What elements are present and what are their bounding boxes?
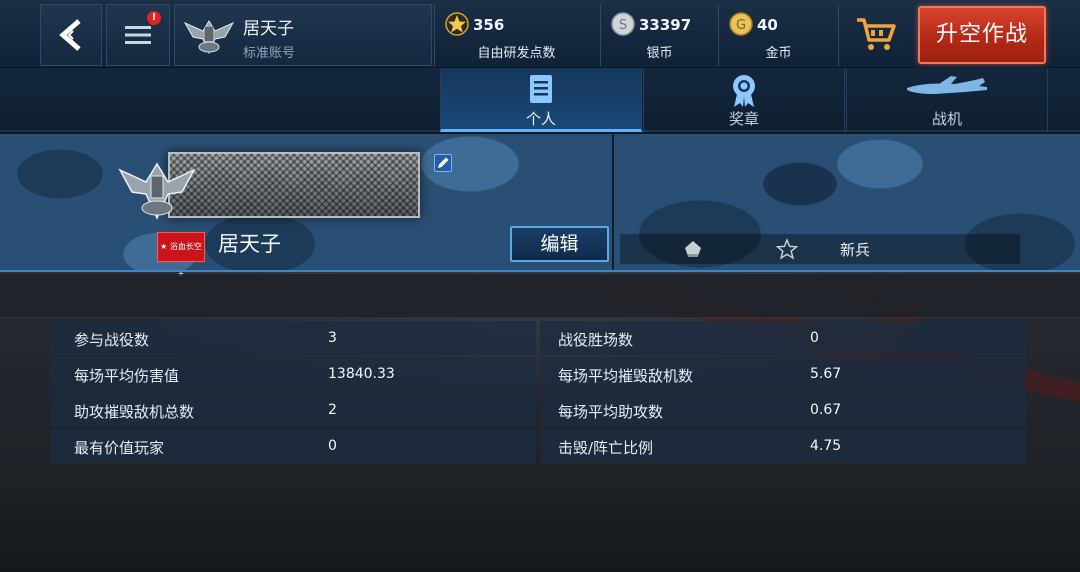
stat-value: 4.75 xyxy=(810,438,842,454)
gold-coin-icon: G xyxy=(729,12,753,36)
silver-balance[interactable]: S 33397 银币 xyxy=(600,4,718,66)
stat-cell: 每场平均摧毁敌机数 5.67 xyxy=(540,357,1026,391)
stat-cell: 每场平均伤害值 13840.33 xyxy=(50,357,536,391)
stat-value: 2 xyxy=(328,402,337,418)
rank-strip: 新兵 xyxy=(620,234,1020,264)
tab-personal[interactable]: 个人 xyxy=(440,68,642,132)
stat-value: 0 xyxy=(810,330,819,346)
star-icon xyxy=(445,12,469,36)
stat-label: 助攻摧毁敌机总数 xyxy=(74,403,195,421)
tab-medals-label: 奖章 xyxy=(728,110,759,128)
menu-button[interactable]: ! xyxy=(106,4,170,66)
stat-label: 每场平均伤害值 xyxy=(74,367,180,385)
section-separator xyxy=(0,274,1080,318)
gold-balance[interactable]: G 40 金币 xyxy=(718,4,838,66)
profile-name: 居天子 xyxy=(243,19,294,39)
name-plate xyxy=(168,152,420,218)
stat-label: 最有价值玩家 xyxy=(74,439,165,457)
profile-summary[interactable]: 居天子 标准账号 xyxy=(174,4,432,66)
silver-value: 33397 xyxy=(639,16,692,34)
tab-medals[interactable]: 奖章 xyxy=(643,68,845,132)
player-name: 居天子 xyxy=(218,232,281,256)
silver-coin-icon: S xyxy=(611,12,635,36)
silver-label: 银币 xyxy=(646,46,673,61)
eagle-emblem-icon xyxy=(118,154,196,224)
stat-cell: 助攻摧毁敌机总数 2 xyxy=(50,393,536,427)
edit-button[interactable]: 编辑 xyxy=(510,226,609,262)
stat-value: 3 xyxy=(328,330,337,346)
stat-cell: 最有价值玩家 0 xyxy=(50,429,536,463)
banner-divider xyxy=(612,134,614,270)
stat-label: 每场平均助攻数 xyxy=(558,403,664,421)
account-type: 标准账号 xyxy=(243,46,296,61)
stat-value: 5.67 xyxy=(810,366,842,382)
research-points-value: 356 xyxy=(473,16,505,34)
research-points[interactable]: 356 自由研发点数 xyxy=(434,4,598,66)
gold-value: 40 xyxy=(757,16,778,34)
top-bar: ! 居天子 标准账号 356 自由研发点数 S 33397 银币 G 40 金币 xyxy=(0,0,1080,68)
back-button[interactable] xyxy=(40,4,102,66)
gold-label: 金币 xyxy=(765,46,792,61)
notification-badge: ! xyxy=(147,11,161,25)
rank-insignia-icon xyxy=(682,238,704,264)
stat-cell: 参与战役数 3 xyxy=(50,321,536,355)
stat-label: 战役胜场数 xyxy=(558,331,634,349)
table-row: 参与战役数 3 战役胜场数 0 xyxy=(50,321,1026,357)
stat-label: 每场平均摧毁敌机数 xyxy=(558,367,694,385)
tab-personal-label: 个人 xyxy=(525,110,556,128)
stat-value: 0.67 xyxy=(810,402,842,418)
svg-text:G: G xyxy=(736,18,746,33)
stat-cell: 每场平均助攻数 0.67 xyxy=(540,393,1026,427)
star-outline-icon xyxy=(775,238,799,264)
rank-badge: ★ 浴血长空 ★ xyxy=(157,232,205,279)
launch-battle-button[interactable]: 升空作战 xyxy=(918,6,1046,64)
stat-value: 13840.33 xyxy=(328,366,395,382)
eagle-emblem-icon xyxy=(183,13,235,57)
rank-title: 新兵 xyxy=(840,241,871,259)
stat-label: 击毁/阵亡比例 xyxy=(558,439,654,457)
shop-button[interactable] xyxy=(838,4,914,66)
stat-label: 参与战役数 xyxy=(74,331,150,349)
table-row: 最有价值玩家 0 击毁/阵亡比例 4.75 xyxy=(50,429,1026,465)
stat-cell: 战役胜场数 0 xyxy=(540,321,1026,355)
edit-nameplate-icon[interactable] xyxy=(434,154,452,172)
stats-table: 参与战役数 3 战役胜场数 0 每场平均伤害值 13840.33 每场平均摧毁敌… xyxy=(50,321,1026,465)
research-points-label: 自由研发点数 xyxy=(477,46,556,61)
table-row: 每场平均伤害值 13840.33 每场平均摧毁敌机数 5.67 xyxy=(50,357,1026,393)
svg-text:S: S xyxy=(619,18,627,33)
tab-aircraft-label: 战机 xyxy=(931,110,962,128)
tab-bar: 个人 奖章 战机 xyxy=(0,68,1080,132)
table-row: 助攻摧毁敌机总数 2 每场平均助攻数 0.67 xyxy=(50,393,1026,429)
stat-value: 0 xyxy=(328,438,337,454)
tab-aircraft[interactable]: 战机 xyxy=(846,68,1048,132)
stat-cell: 击毁/阵亡比例 4.75 xyxy=(540,429,1026,463)
